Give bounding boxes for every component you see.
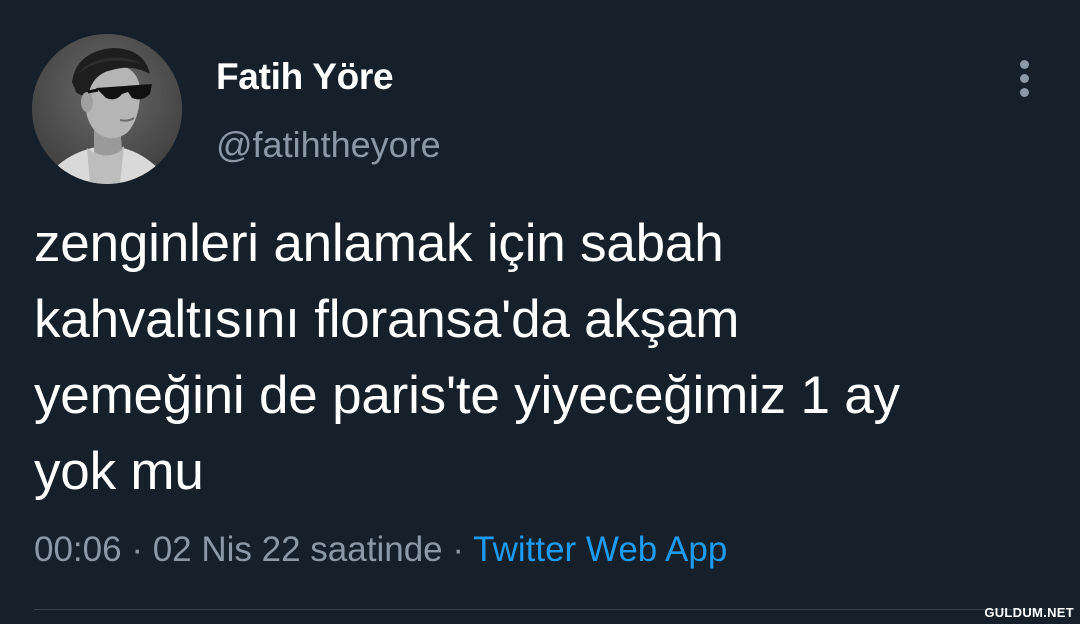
more-options-button[interactable] [1008,56,1042,100]
meta-separator: · [131,530,153,569]
tweet-text-line: kahvaltısını floransa'da akşam [34,290,740,349]
tweet-text-line: zenginleri anlamak için sabah [34,214,724,273]
meta-separator: · [452,530,474,569]
profile-photo-icon [32,34,182,184]
divider [34,609,1046,610]
tweet-card: Fatih Yöre @fatihtheyore zenginleri anla… [0,0,1080,624]
more-vertical-icon [1020,60,1029,69]
more-vertical-icon-dot [1020,88,1029,97]
display-name[interactable]: Fatih Yöre [216,56,394,98]
tweet-time[interactable]: 00:06 [34,530,122,569]
tweet-text-line: yemeğini de paris'te yiyeceğimiz 1 ay [34,366,900,425]
watermark: GULDUM.NET [984,605,1074,620]
user-handle[interactable]: @fatihtheyore [216,124,441,166]
tweet-text: zenginleri anlamak için sabah kahvaltısı… [34,206,1044,510]
more-vertical-icon-dot [1020,74,1029,83]
tweet-date[interactable]: 02 Nis 22 saatinde [153,530,443,569]
avatar[interactable] [32,34,182,184]
tweet-source-link[interactable]: Twitter Web App [473,530,727,569]
tweet-meta: 00:06 · 02 Nis 22 saatinde · Twitter Web… [34,530,727,570]
tweet-text-line: yok mu [34,442,204,501]
